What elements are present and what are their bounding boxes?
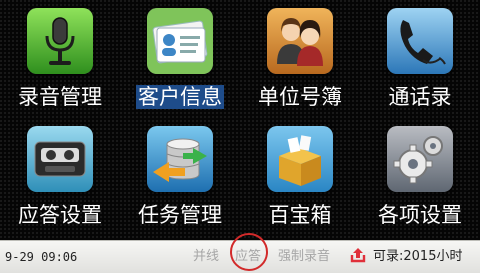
menu-item-label: 应答设置 <box>18 203 102 227</box>
microphone-icon <box>27 8 93 74</box>
home-screen: 录音管理 客户信息 单位号簿 通话录 应答设置 任务管理 百宝箱 各项设置 9-… <box>0 0 480 273</box>
status-datetime: 9-29 09:06 <box>5 250 78 264</box>
phone-handset-icon <box>387 8 453 74</box>
menu-item-label: 录音管理 <box>18 85 102 109</box>
recordable-value: 2015 <box>403 249 437 264</box>
selected-label: 客户信息 <box>136 85 224 109</box>
menu-item-unit-directory[interactable]: 单位号簿 <box>240 0 360 118</box>
contact-cards-icon <box>147 8 213 74</box>
people-icon <box>267 8 333 74</box>
menu-item-label: 任务管理 <box>138 203 222 227</box>
gears-icon <box>387 126 453 192</box>
highlight-ring <box>230 233 268 271</box>
tape-cassette-icon <box>27 126 93 192</box>
menu-item-label: 百宝箱 <box>268 203 332 227</box>
menu-item-label: 通话录 <box>388 85 452 109</box>
recordable-hours: 可录:2015小时 <box>373 249 463 265</box>
upload-icon <box>350 248 366 263</box>
menu-item-customer-info[interactable]: 客户信息 <box>120 0 240 118</box>
menu-item-recording-management[interactable]: 录音管理 <box>0 0 120 118</box>
mode-parallel-line: 并线 <box>193 249 220 264</box>
menu-item-label: 单位号簿 <box>258 85 342 109</box>
treasure-box-icon <box>267 126 333 192</box>
menu-item-treasure-box[interactable]: 百宝箱 <box>240 118 360 236</box>
menu-item-answer-settings[interactable]: 应答设置 <box>0 118 120 236</box>
menu-item-label: 各项设置 <box>378 203 462 227</box>
mode-forced-recording: 强制录音 <box>278 249 331 264</box>
database-sync-icon <box>147 126 213 192</box>
menu-item-task-management[interactable]: 任务管理 <box>120 118 240 236</box>
menu-item-settings[interactable]: 各项设置 <box>360 118 480 236</box>
menu-item-label: 客户信息 <box>120 82 240 112</box>
recordable-unit: 小时 <box>436 249 463 264</box>
menu-item-call-log[interactable]: 通话录 <box>360 0 480 118</box>
recordable-label: 可录: <box>373 249 404 264</box>
